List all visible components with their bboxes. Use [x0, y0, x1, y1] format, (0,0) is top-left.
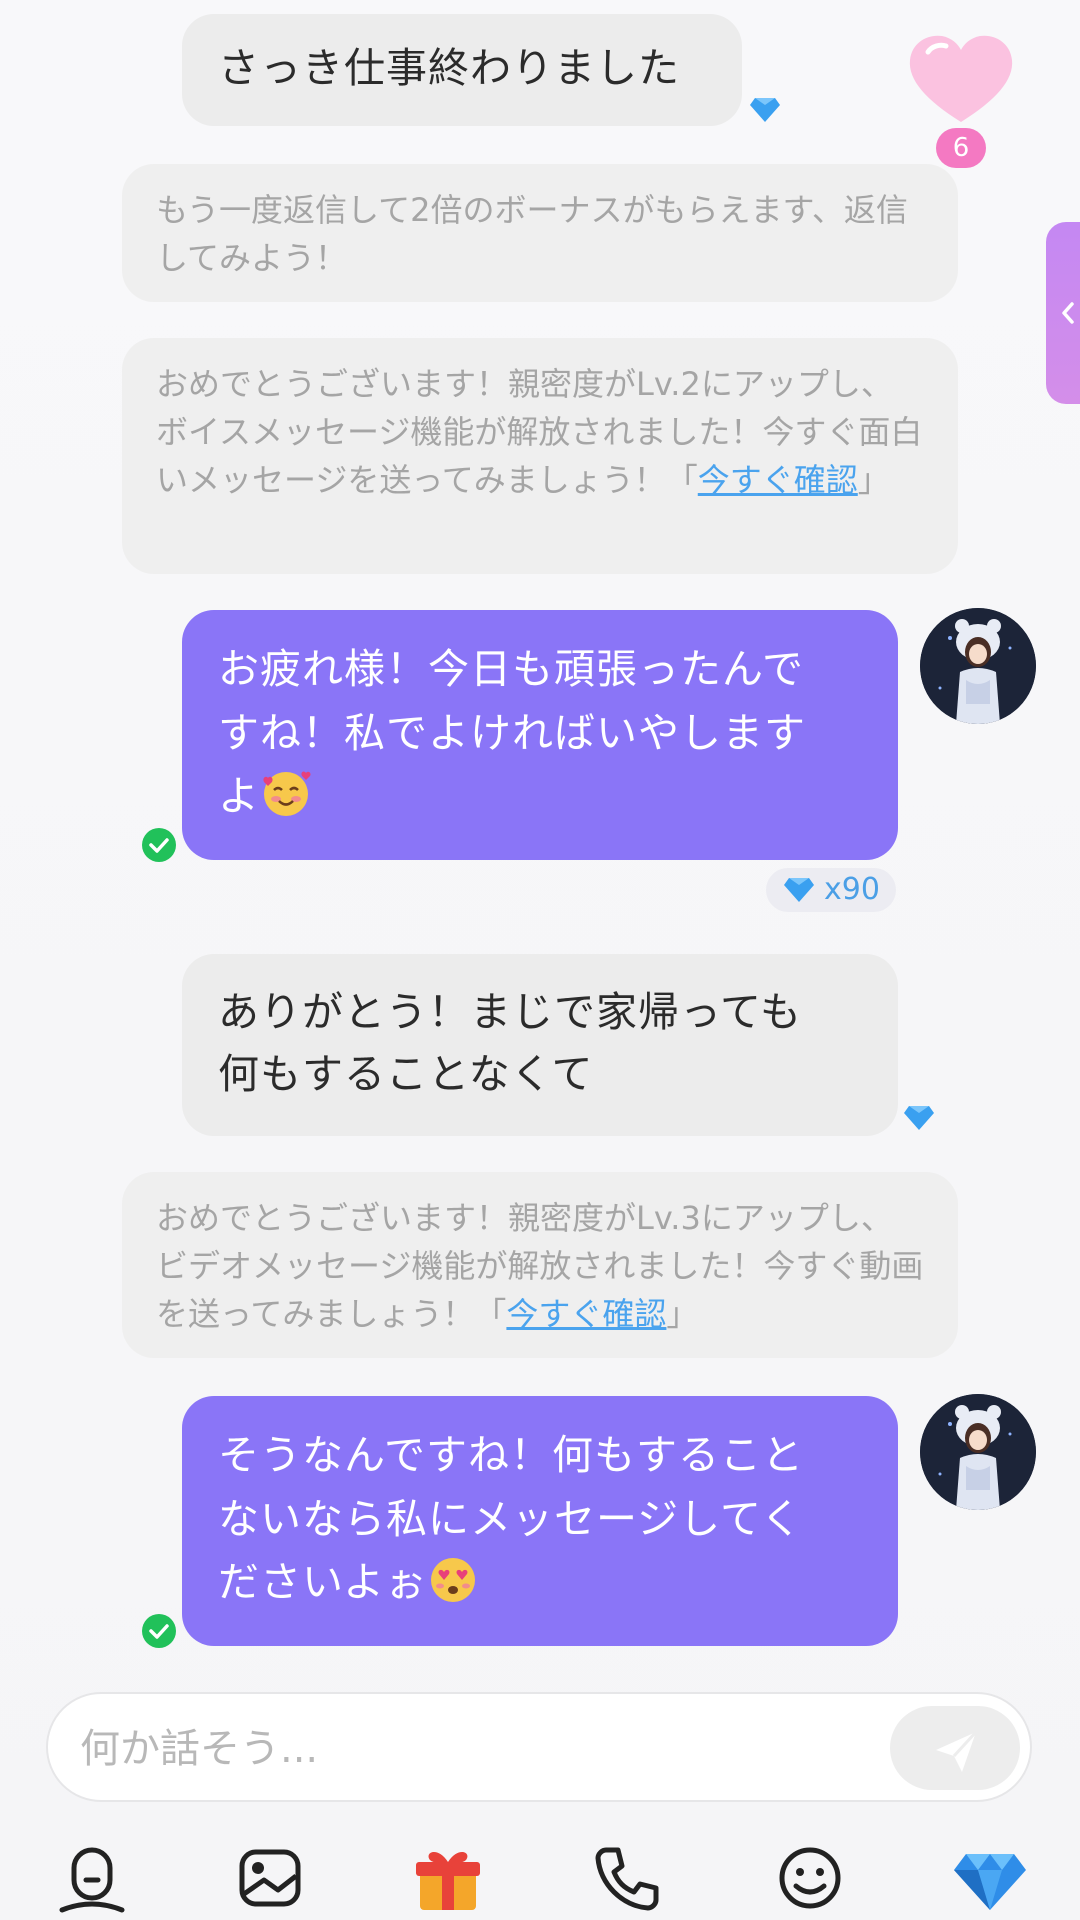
emoji-button[interactable]: [774, 1842, 846, 1914]
message-line: そうなんですね！何もすること: [218, 1431, 804, 1479]
gift-icon: [416, 1851, 480, 1910]
phone-icon: [595, 1847, 659, 1911]
message-line: お疲れ様！今日も頑張ったんで: [218, 645, 804, 693]
message-input[interactable]: [78, 1716, 902, 1782]
system-text-end: 」: [666, 1295, 699, 1333]
diamond-icon: [904, 1106, 934, 1130]
message-outgoing: そうなんですね！何もすること ないなら私にメッセージしてく ださいよぉ: [182, 1396, 898, 1646]
system-message: もう一度返信して2倍のボーナスがもらえます、返信してみよう！: [122, 164, 958, 302]
image-button[interactable]: [234, 1842, 306, 1914]
heart-count-badge: 6: [936, 128, 986, 168]
system-text-end: 」: [857, 461, 890, 499]
message-composer: [46, 1692, 1032, 1802]
check-now-link[interactable]: 今すぐ確認: [698, 461, 858, 499]
message-line: よ: [218, 772, 260, 821]
emoji-icon: [779, 1847, 841, 1909]
read-check-icon: [142, 828, 176, 862]
diamond-cost-label: x90: [824, 872, 880, 907]
message-line: ださいよぉ: [218, 1558, 428, 1607]
heart-eyes-face-icon: [431, 1558, 476, 1603]
message-outgoing: お疲れ様！今日も頑張ったんで すね！私でよければいやします よ: [182, 610, 898, 860]
diamond-button[interactable]: [952, 1842, 1028, 1914]
diamond-icon: [750, 98, 780, 122]
diamond-icon: [954, 1854, 1026, 1910]
heart-icon: [909, 35, 1013, 123]
gift-button[interactable]: [412, 1842, 484, 1914]
send-icon: [936, 1730, 978, 1772]
image-icon: [239, 1849, 301, 1907]
chevron-left-icon: [1062, 302, 1074, 324]
avatar-image: [920, 1394, 1036, 1510]
call-button[interactable]: [592, 1842, 664, 1914]
chat-screen: さっき仕事終わりました 6 もう一度返信して2倍のボーナスがもらえます、返信して…: [0, 0, 1080, 1920]
read-check-icon: [142, 1614, 176, 1648]
smiling-face-hearts-icon: [263, 771, 311, 817]
voice-icon: [59, 1847, 125, 1913]
voice-button[interactable]: [56, 1842, 128, 1914]
avatar[interactable]: [920, 608, 1036, 724]
message-line: すね！私でよければいやします: [218, 708, 806, 757]
diamond-cost-badge: x90: [766, 868, 896, 912]
message-line: ないなら私にメッセージしてく: [218, 1494, 803, 1543]
side-panel-toggle[interactable]: [1046, 222, 1080, 404]
avatar[interactable]: [920, 1394, 1036, 1510]
diamond-icon: [784, 878, 814, 902]
message-line: 何もすることなくて: [218, 1049, 594, 1098]
message-incoming: さっき仕事終わりました: [182, 14, 742, 126]
check-now-link[interactable]: 今すぐ確認: [506, 1295, 666, 1333]
system-text: もう一度返信して2倍のボーナスがもらえます、返信してみよう！: [156, 191, 908, 277]
intimacy-heart[interactable]: 6: [906, 30, 1016, 170]
system-message: おめでとうございます！親密度がLv.3にアップし、ビデオメッセージ機能が解放され…: [122, 1172, 958, 1358]
message-text: さっき仕事終わりました: [218, 44, 680, 92]
message-line: ありがとう！まじで家帰っても: [218, 988, 802, 1036]
message-incoming: ありがとう！まじで家帰っても 何もすることなくて: [182, 954, 898, 1136]
avatar-image: [920, 608, 1036, 724]
system-message: おめでとうございます！親密度がLv.2にアップし、ボイスメッセージ機能が解放され…: [122, 338, 958, 574]
send-button[interactable]: [890, 1706, 1020, 1790]
